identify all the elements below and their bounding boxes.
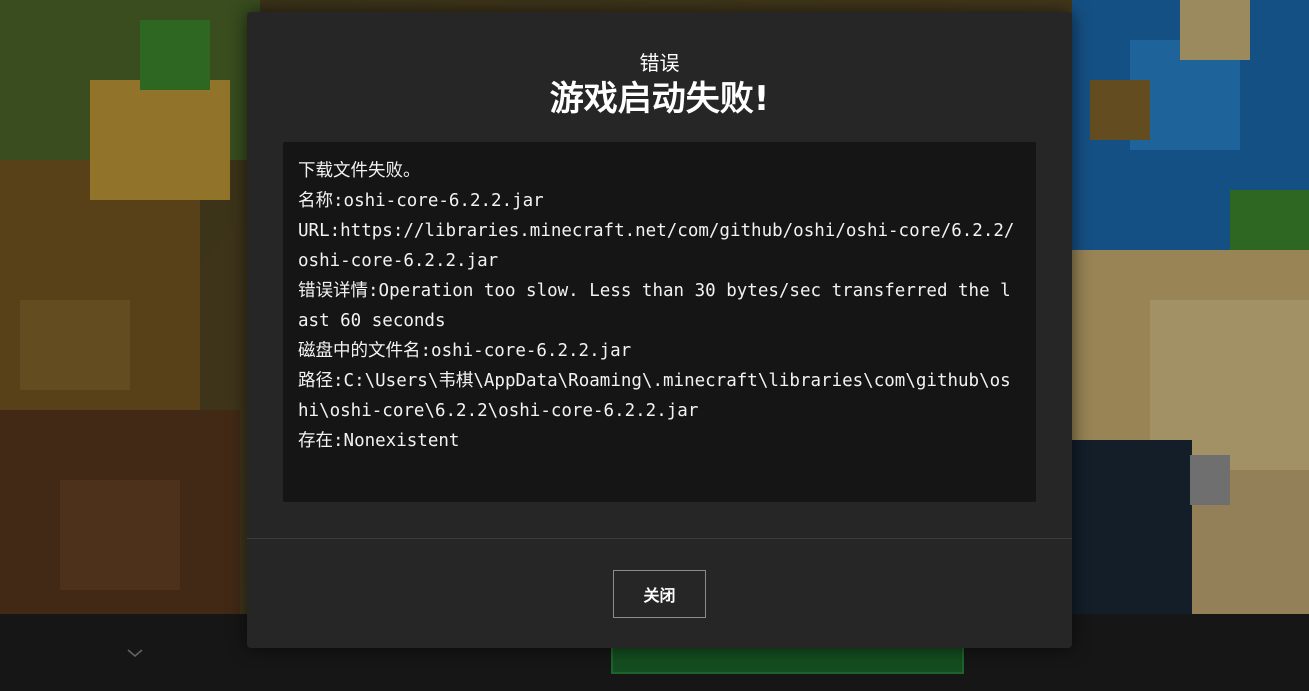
detail-line-error-details: 错误详情:Operation too slow. Less than 30 by…	[298, 281, 1011, 331]
detail-line-download-failed: 下载文件失败。	[298, 161, 421, 181]
dialog-eyebrow: 错误	[639, 51, 680, 75]
detail-line-exists: 存在:Nonexistent	[298, 431, 460, 451]
error-dialog: 错误 游戏启动失败! 下载文件失败。 名称:oshi-core-6.2.2.ja…	[247, 12, 1072, 648]
detail-line-url: URL:https://libraries.minecraft.net/com/…	[298, 221, 1015, 271]
launcher-window: 错误 游戏启动失败! 下载文件失败。 名称:oshi-core-6.2.2.ja…	[0, 0, 1309, 691]
detail-line-path: 路径:C:\Users\韦棋\AppData\Roaming\.minecraf…	[298, 371, 1011, 421]
detail-line-disk-filename: 磁盘中的文件名:oshi-core-6.2.2.jar	[298, 341, 632, 361]
dialog-title: 游戏启动失败!	[549, 79, 770, 119]
dialog-divider	[247, 538, 1072, 539]
error-details-box: 下载文件失败。 名称:oshi-core-6.2.2.jar URL:https…	[283, 142, 1036, 502]
close-button[interactable]: 关闭	[613, 570, 706, 618]
detail-line-name: 名称:oshi-core-6.2.2.jar	[298, 191, 544, 211]
